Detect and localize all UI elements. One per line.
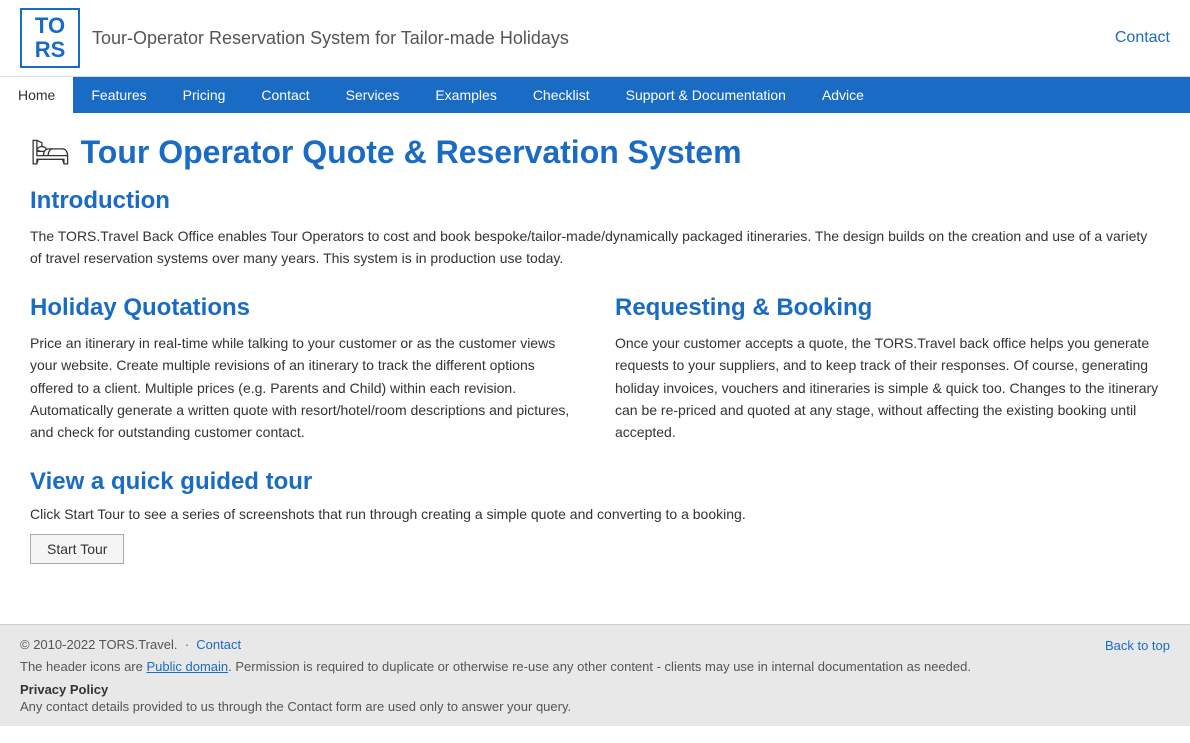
site-tagline: Tour-Operator Reservation System for Tai… [92,28,569,49]
public-domain-link[interactable]: Public domain [146,659,228,674]
logo-text: TO RS [35,14,66,62]
header-contact-link[interactable]: Contact [1115,29,1170,47]
introduction-section: Introduction The TORS.Travel Back Office… [30,187,1160,270]
nav-item-home[interactable]: Home [0,77,73,113]
introduction-text: The TORS.Travel Back Office enables Tour… [30,225,1160,270]
requesting-booking-heading: Requesting & Booking [615,294,1160,322]
footer-copyright: © 2010-2022 TORS.Travel. [20,637,177,652]
site-header: TO RS Tour-Operator Reservation System f… [0,0,1190,77]
holiday-quotations-text: Price an itinerary in real-time while ta… [30,332,575,444]
nav-item-examples[interactable]: Examples [417,77,514,113]
nav-item-contact[interactable]: Contact [243,77,327,113]
main-content: 🛏 Tour Operator Quote & Reservation Syst… [0,113,1190,604]
bed-icon: 🛏 [30,133,71,171]
guided-tour-heading: View a quick guided tour [30,468,1160,496]
requesting-booking-text: Once your customer accepts a quote, the … [615,332,1160,444]
guided-tour-section: View a quick guided tour Click Start Tou… [30,468,1160,564]
nav-item-pricing[interactable]: Pricing [165,77,244,113]
nav-item-checklist[interactable]: Checklist [515,77,608,113]
nav-item-features[interactable]: Features [73,77,164,113]
header-left: TO RS Tour-Operator Reservation System f… [20,8,569,68]
footer-right: Back to top [1105,637,1170,653]
footer-copyright-section: © 2010-2022 TORS.Travel. · Contact [20,637,241,652]
footer-top: © 2010-2022 TORS.Travel. · Contact Back … [20,637,1170,653]
holiday-quotations-heading: Holiday Quotations [30,294,575,322]
site-footer: © 2010-2022 TORS.Travel. · Contact Back … [0,624,1190,726]
privacy-policy-text: Any contact details provided to us throu… [20,699,1170,714]
start-tour-button[interactable]: Start Tour [30,534,124,564]
guided-tour-description: Click Start Tour to see a series of scre… [30,506,1160,522]
main-nav: Home Features Pricing Contact Services E… [0,77,1190,113]
footer-icons-text: The header icons are Public domain. Perm… [20,659,1170,674]
holiday-quotations-col: Holiday Quotations Price an itinerary in… [30,294,575,444]
privacy-policy-title: Privacy Policy [20,682,1170,697]
logo: TO RS [20,8,80,68]
nav-item-services[interactable]: Services [328,77,418,113]
two-col-section: Holiday Quotations Price an itinerary in… [30,294,1160,444]
page-title-section: 🛏 Tour Operator Quote & Reservation Syst… [30,133,1160,171]
back-to-top-link[interactable]: Back to top [1105,638,1170,653]
introduction-heading: Introduction [30,187,1160,215]
nav-item-support[interactable]: Support & Documentation [608,77,804,113]
nav-item-advice[interactable]: Advice [804,77,882,113]
requesting-booking-col: Requesting & Booking Once your customer … [615,294,1160,444]
page-title: Tour Operator Quote & Reservation System [81,134,742,171]
footer-contact-link[interactable]: Contact [196,637,241,652]
